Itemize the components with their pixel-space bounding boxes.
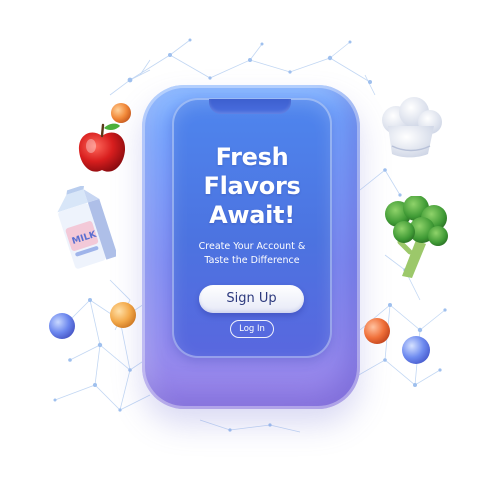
blue-sphere-icon [402,336,430,364]
chef-hat-icon [382,97,442,158]
blue-sphere-icon [49,313,75,339]
log-in-button[interactable]: Log In [230,320,274,338]
splash-screen: Fresh Flavors Await! Create Your Account… [0,0,500,500]
milk-carton-icon: MILK [57,186,116,269]
orange-sphere-icon [364,318,390,344]
headline: Fresh Flavors Await! [203,143,301,229]
broccoli-icon [385,196,448,278]
apple-icon [78,123,126,172]
phone-notch [209,99,291,114]
subheadline: Create Your Account & Taste the Differen… [198,241,306,266]
orange-sphere-icon [111,103,131,123]
sign-up-button[interactable]: Sign Up [199,285,304,313]
orange-sphere-icon [110,302,136,328]
